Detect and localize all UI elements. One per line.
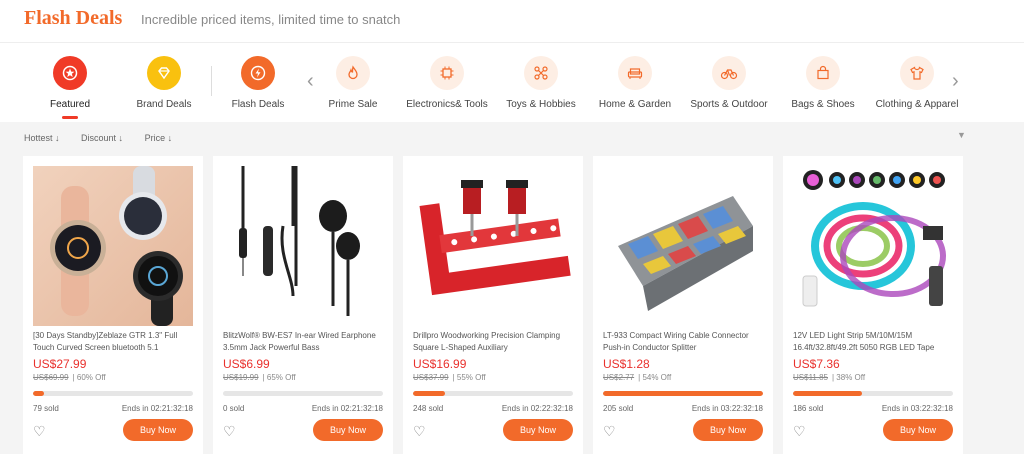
bicycle-icon xyxy=(712,56,746,90)
product-name[interactable]: [30 Days Standby]Zeblaze GTR 1.3" Full T… xyxy=(33,330,193,354)
discount-label: | 38% Off xyxy=(832,373,866,382)
product-image[interactable] xyxy=(223,166,383,326)
product-original-price: US$19.99 | 65% Off xyxy=(223,373,296,382)
sold-count: 186 sold xyxy=(793,404,824,413)
product-image[interactable] xyxy=(413,166,573,326)
sort-bar: Hottest ↓ Discount ↓ Price ↓ xyxy=(24,133,191,143)
progress-fill xyxy=(793,391,862,396)
product-card[interactable]: Drillpro Woodworking Precision Clamping … xyxy=(403,156,583,454)
buy-now-button[interactable]: Buy Now xyxy=(883,419,953,441)
product-original-price: US$2.77 | 54% Off xyxy=(603,373,672,382)
heart-icon[interactable]: ♡ xyxy=(33,424,46,438)
progress-bar xyxy=(33,391,193,396)
progress-fill xyxy=(33,391,45,396)
sold-count: 205 sold xyxy=(603,404,634,413)
product-image[interactable] xyxy=(603,166,763,326)
progress-fill xyxy=(603,391,763,396)
page-header: Flash Deals Incredible priced items, lim… xyxy=(0,0,1024,43)
product-name[interactable]: Drillpro Woodworking Precision Clamping … xyxy=(413,330,573,354)
buy-now-button[interactable]: Buy Now xyxy=(693,419,763,441)
product-original-price: US$37.99 | 55% Off xyxy=(413,373,486,382)
product-name[interactable]: BlitzWolf® BW-ES7 In-ear Wired Earphone … xyxy=(223,330,383,354)
sold-count: 0 sold xyxy=(223,404,245,413)
sort-price[interactable]: Price ↓ xyxy=(145,133,173,143)
countdown-timer: Ends in 03:22:32:18 xyxy=(691,404,763,413)
bag-icon xyxy=(806,56,840,90)
product-card[interactable]: 12V LED Light Strip 5M/10M/15M 16.4ft/32… xyxy=(783,156,963,454)
chip-icon xyxy=(430,56,464,90)
sort-hottest[interactable]: Hottest ↓ xyxy=(24,133,60,143)
discount-label: | 65% Off xyxy=(262,373,296,382)
drone-icon xyxy=(524,56,558,90)
product-price: US$1.28 xyxy=(603,357,650,371)
sold-count: 248 sold xyxy=(413,404,444,413)
category-label: Flash Deals xyxy=(231,99,285,110)
product-price: US$7.36 xyxy=(793,357,840,371)
heart-icon[interactable]: ♡ xyxy=(603,424,616,438)
buy-now-button[interactable]: Buy Now xyxy=(503,419,573,441)
category-label: Clothing & Apparel xyxy=(875,99,959,110)
discount-label: | 54% Off xyxy=(638,373,672,382)
product-original-price: US$11.85 | 38% Off xyxy=(793,373,866,382)
heart-icon[interactable]: ♡ xyxy=(223,424,236,438)
heart-icon[interactable]: ♡ xyxy=(413,424,426,438)
category-flash-deals[interactable]: Flash Deals xyxy=(203,56,313,116)
active-underline xyxy=(62,116,78,119)
countdown-timer: Ends in 02:21:32:18 xyxy=(311,404,383,413)
lightning-icon xyxy=(241,56,275,90)
diamond-icon xyxy=(147,56,181,90)
progress-bar xyxy=(603,391,763,396)
sort-discount[interactable]: Discount ↓ xyxy=(81,133,123,143)
product-card[interactable]: LT-933 Compact Wiring Cable Connector Pu… xyxy=(593,156,773,454)
product-name[interactable]: 12V LED Light Strip 5M/10M/15M 16.4ft/32… xyxy=(793,330,953,354)
product-image[interactable] xyxy=(33,166,193,326)
countdown-timer: Ends in 03:22:32:18 xyxy=(881,404,953,413)
countdown-timer: Ends in 02:22:32:18 xyxy=(501,404,573,413)
buy-now-button[interactable]: Buy Now xyxy=(313,419,383,441)
sort-dropdown-icon[interactable]: ▼ xyxy=(957,130,966,140)
page-title: Flash Deals xyxy=(24,7,123,29)
progress-bar xyxy=(793,391,953,396)
product-price: US$27.99 xyxy=(33,357,87,371)
discount-label: | 55% Off xyxy=(452,373,486,382)
countdown-timer: Ends in 02:21:32:18 xyxy=(121,404,193,413)
progress-bar xyxy=(413,391,573,396)
star-badge-icon xyxy=(53,56,87,90)
product-original-price: US$69.99 | 60% Off xyxy=(33,373,106,382)
product-image[interactable] xyxy=(793,166,953,326)
heart-icon[interactable]: ♡ xyxy=(793,424,806,438)
progress-fill xyxy=(413,391,445,396)
sold-count: 79 sold xyxy=(33,404,59,413)
page-subtitle: Incredible priced items, limited time to… xyxy=(141,12,401,27)
shirt-icon xyxy=(900,56,934,90)
product-name[interactable]: LT-933 Compact Wiring Cable Connector Pu… xyxy=(603,330,763,354)
discount-label: | 60% Off xyxy=(72,373,106,382)
buy-now-button[interactable]: Buy Now xyxy=(123,419,193,441)
product-price: US$6.99 xyxy=(223,357,270,371)
flame-icon xyxy=(336,56,370,90)
product-price: US$16.99 xyxy=(413,357,467,371)
sofa-icon xyxy=(618,56,652,90)
product-card[interactable]: [30 Days Standby]Zeblaze GTR 1.3" Full T… xyxy=(23,156,203,454)
progress-bar xyxy=(223,391,383,396)
product-card[interactable]: BlitzWolf® BW-ES7 In-ear Wired Earphone … xyxy=(213,156,393,454)
scroll-right-icon[interactable]: › xyxy=(952,70,959,93)
